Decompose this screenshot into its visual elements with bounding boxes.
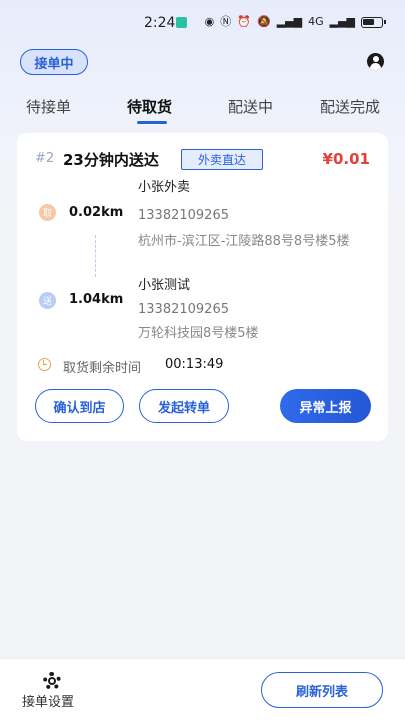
tab-bar: 待接单 待取货 配送中 配送完成 (0, 96, 405, 126)
report-exception-button[interactable]: 异常上报 (280, 389, 371, 423)
timer-label: 取货剩余时间 (63, 361, 142, 376)
delivery-badge: 送 (39, 292, 56, 309)
tab-delivering[interactable]: 配送中 (228, 96, 273, 117)
nfc-icon: Ⓝ (220, 15, 232, 28)
delivery-info: 小张测试 13382109265 万轮科技园8号楼5楼 (138, 277, 378, 343)
alarm-icon: ⏰ (237, 15, 251, 28)
order-settings-button[interactable]: 接单设置 (22, 691, 74, 710)
tab-active-indicator (137, 121, 167, 124)
mute-icon: 🔕 (256, 15, 271, 28)
order-title: 23分钟内送达 (63, 151, 159, 169)
app-notification-icon (176, 17, 187, 28)
pickup-info: 小张外卖 13382109265 杭州市-滨江区-江陵路88号8号楼5楼 (138, 179, 378, 251)
pickup-phone[interactable]: 13382109265 (138, 207, 378, 225)
signal-label: 4G (308, 15, 324, 28)
battery-icon (361, 16, 386, 28)
order-type-tag: 外卖直达 (181, 149, 263, 170)
order-number: #2 (35, 151, 55, 166)
order-status-toggle[interactable]: 接单中 (20, 49, 88, 75)
status-icons: ◉ Ⓝ ⏰ 🔕 ▂▄▆ 4G ▂▄▆ (204, 14, 386, 30)
order-card[interactable]: #2 23分钟内送达 外卖直达 ¥0.01 取 0.02km 小张外卖 1338… (17, 133, 388, 441)
pickup-address: 杭州市-滨江区-江陵路88号8号楼5楼 (138, 234, 350, 249)
signal-icon: ▂▄▆ (329, 15, 355, 28)
timer-value: 00:13:49 (165, 357, 224, 372)
pickup-badge: 取 (39, 204, 56, 221)
pickup-name: 小张外卖 (138, 180, 191, 195)
gear-icon[interactable] (43, 672, 61, 690)
transfer-order-button[interactable]: 发起转单 (139, 389, 229, 423)
tab-pending-accept[interactable]: 待接单 (26, 96, 71, 117)
clock-icon (38, 358, 51, 371)
delivery-name: 小张测试 (138, 278, 191, 293)
delivery-address: 万轮科技园8号楼5楼 (138, 326, 259, 341)
tab-pending-pickup[interactable]: 待取货 (127, 96, 172, 117)
delivery-distance: 1.04km (69, 292, 124, 307)
wifi-icon: ▂▄▆ (276, 15, 303, 28)
status-time: 2:24 (144, 15, 176, 31)
order-price: ¥0.01 (322, 150, 370, 168)
refresh-list-button[interactable]: 刷新列表 (261, 672, 383, 708)
delivery-phone[interactable]: 13382109265 (138, 301, 378, 319)
confirm-arrival-button[interactable]: 确认到店 (35, 389, 124, 423)
route-connector (95, 235, 96, 277)
pickup-distance: 0.02km (69, 205, 124, 220)
user-icon[interactable] (367, 53, 384, 70)
eye-icon: ◉ (204, 15, 215, 28)
status-bar: 2:24 ◉ Ⓝ ⏰ 🔕 ▂▄▆ 4G ▂▄▆ (0, 0, 405, 46)
tab-completed[interactable]: 配送完成 (320, 96, 380, 117)
